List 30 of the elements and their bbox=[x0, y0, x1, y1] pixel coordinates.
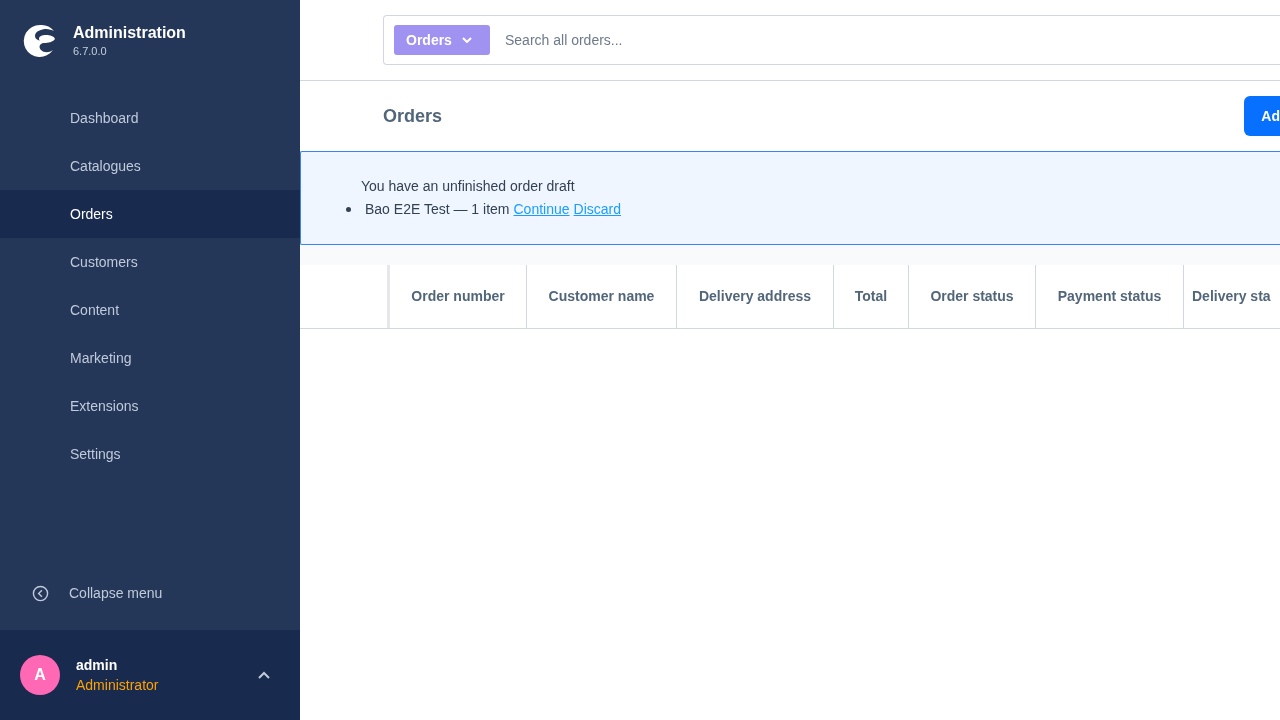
chevron-up-icon[interactable] bbox=[258, 671, 270, 679]
column-header[interactable]: Delivery address bbox=[677, 265, 834, 328]
draft-item: Bao E2E Test — 1 item bbox=[365, 200, 510, 219]
user-name: admin bbox=[76, 656, 119, 675]
user-role: Administrator bbox=[76, 676, 160, 695]
logo-icon bbox=[22, 23, 58, 59]
nav-item[interactable]: Marketing bbox=[0, 334, 300, 382]
column-header[interactable]: Order status bbox=[909, 265, 1036, 328]
user-avatar: A bbox=[20, 655, 60, 695]
add-button[interactable]: Ad bbox=[1244, 96, 1280, 136]
version-label: 6.7.0.0 bbox=[73, 44, 108, 59]
bullet-icon bbox=[346, 207, 351, 212]
column-header[interactable]: Total bbox=[834, 265, 909, 328]
nav-item[interactable]: Content bbox=[0, 286, 300, 334]
column-header[interactable]: Payment status bbox=[1036, 265, 1184, 328]
column-header[interactable]: Delivery sta bbox=[1184, 265, 1280, 328]
nav-item[interactable]: Customers bbox=[0, 238, 300, 286]
notice-heading: You have an unfinished order draft bbox=[361, 177, 576, 196]
collapse-menu-button[interactable]: Collapse menu bbox=[0, 562, 300, 624]
nav-item[interactable]: Dashboard bbox=[0, 94, 300, 142]
nav-item[interactable]: Catalogues bbox=[0, 142, 300, 190]
nav-item[interactable]: Orders bbox=[0, 190, 300, 238]
column-header[interactable]: Customer name bbox=[527, 265, 677, 328]
column-header[interactable]: Order number bbox=[390, 265, 527, 328]
chevron-left-circle-icon bbox=[32, 584, 49, 602]
nav-item[interactable]: Settings bbox=[0, 430, 300, 478]
app-title: Administration bbox=[73, 23, 186, 43]
nav-item[interactable]: Extensions bbox=[0, 382, 300, 430]
page-title: Orders bbox=[383, 104, 443, 128]
chevron-down-icon bbox=[461, 37, 472, 43]
